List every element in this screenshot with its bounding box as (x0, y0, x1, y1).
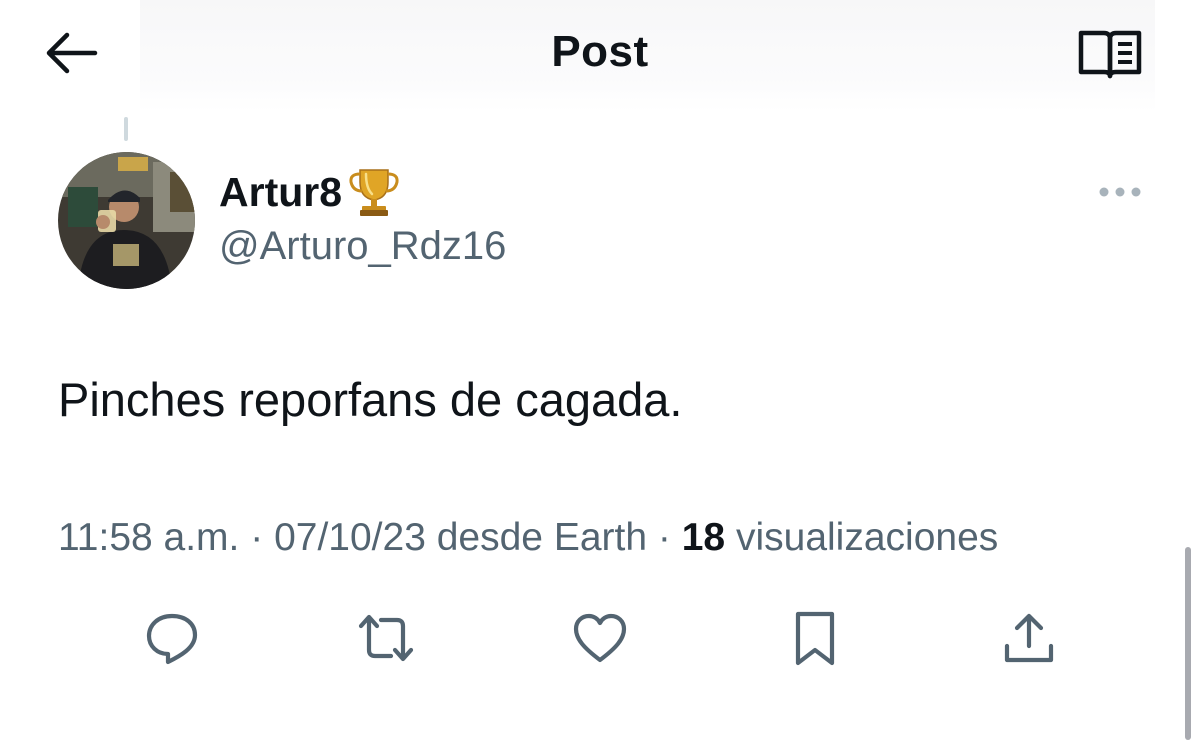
page-title: Post (551, 27, 649, 76)
views-count[interactable]: 18 (682, 516, 725, 559)
reader-mode-icon (1078, 30, 1142, 79)
more-dots-icon (1099, 187, 1141, 197)
reply-button[interactable] (132, 600, 212, 676)
meta-separator: · (250, 516, 264, 559)
avatar[interactable] (58, 152, 195, 289)
heart-icon (573, 613, 627, 663)
repost-button[interactable] (346, 600, 426, 676)
tweet-date[interactable]: 07/10/23 (274, 516, 426, 559)
like-button[interactable] (560, 600, 640, 676)
trophy-icon (346, 164, 402, 220)
author-display-name-row[interactable]: Artur8 (219, 162, 402, 222)
tweet-text: Pinches reporfans de cagada. (58, 373, 683, 426)
share-icon (1004, 613, 1054, 663)
reader-mode-button[interactable] (1070, 24, 1150, 84)
meta-separator: · (657, 516, 671, 559)
scrollbar[interactable] (1185, 547, 1191, 740)
reply-icon (146, 613, 198, 665)
views-label[interactable]: visualizaciones (736, 516, 998, 559)
avatar-photo (58, 152, 195, 289)
repost-icon (358, 614, 414, 662)
action-bar (0, 600, 1200, 680)
tweet-source: desde Earth (436, 516, 648, 559)
bookmark-icon (795, 611, 835, 666)
tweet-time[interactable]: 11:58 a.m. (58, 516, 239, 559)
author-display-name: Artur8 (219, 168, 343, 215)
author-handle[interactable]: @Arturo_Rdz16 (219, 224, 506, 269)
tweet-meta: 11:58 a.m. · 07/10/23 desde Earth · 18 v… (58, 512, 998, 564)
more-options-button[interactable] (1090, 172, 1150, 212)
bookmark-button[interactable] (775, 600, 855, 676)
share-button[interactable] (989, 600, 1069, 676)
top-bar: Post (0, 0, 1200, 112)
thread-connector-line (124, 117, 128, 141)
